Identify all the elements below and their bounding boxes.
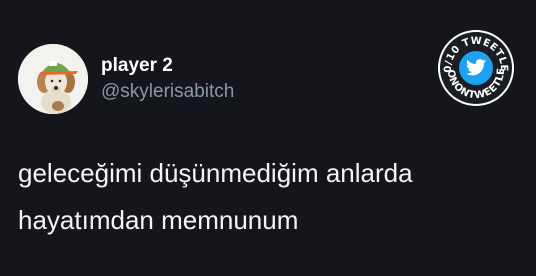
dog-avatar-icon bbox=[18, 44, 88, 114]
tweet-text-line: geleceğimi düşünmediğim anlarda bbox=[18, 158, 413, 188]
tweet-card: player 2 @skylerisabitch geleceğimi düşü… bbox=[0, 0, 536, 276]
twitter-badge-logo: 10/10 TWEETLER @ONONTWEETLER bbox=[437, 29, 514, 106]
display-name[interactable]: player 2 bbox=[101, 55, 173, 77]
tweet-text-line: hayatımdan memnunum bbox=[18, 205, 299, 235]
username[interactable]: @skylerisabitch bbox=[101, 81, 234, 103]
avatar[interactable] bbox=[18, 44, 88, 114]
watermark-badge: 10/10 TWEETLER @ONONTWEETLER bbox=[437, 29, 515, 107]
tweet-text: geleceğimi düşünmediğim anlarda hayatımd… bbox=[18, 150, 528, 244]
